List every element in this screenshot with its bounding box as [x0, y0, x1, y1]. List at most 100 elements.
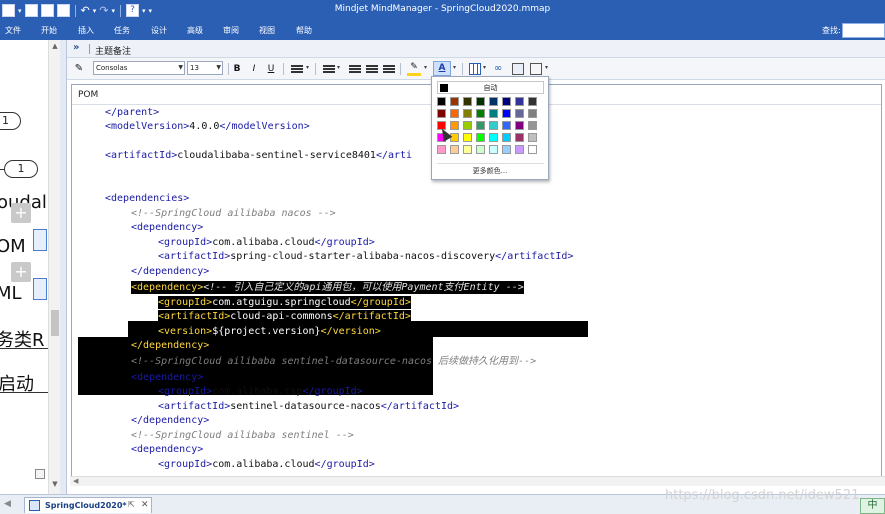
tab-scroll-left-icon[interactable]: ◀: [4, 499, 11, 509]
code-line: </parent>: [105, 106, 159, 119]
color-swatch[interactable]: [463, 145, 472, 154]
scroll-thumb[interactable]: [51, 310, 59, 336]
color-swatch[interactable]: [502, 121, 511, 130]
color-swatch[interactable]: [463, 121, 472, 130]
color-swatch[interactable]: [528, 109, 537, 118]
close-icon[interactable]: ✕: [141, 500, 149, 510]
italic-button[interactable]: I: [248, 61, 260, 77]
chevron-down-icon[interactable]: ▾: [337, 64, 340, 71]
color-swatch[interactable]: [502, 133, 511, 142]
color-swatch[interactable]: [489, 145, 498, 154]
chevron-down-icon[interactable]: ▾: [453, 64, 456, 71]
table-icon[interactable]: [469, 63, 481, 75]
font-size-select[interactable]: 13 ▼: [187, 61, 223, 75]
color-swatch[interactable]: [450, 97, 459, 106]
color-swatch[interactable]: [437, 97, 446, 106]
color-swatch[interactable]: [528, 145, 537, 154]
color-swatch[interactable]: [528, 121, 537, 130]
decrease-indent-icon[interactable]: [366, 65, 378, 73]
color-swatch[interactable]: [463, 133, 472, 142]
highlight-color-icon[interactable]: ✎: [407, 61, 421, 76]
color-swatch[interactable]: [515, 109, 524, 118]
expand-icon[interactable]: +: [11, 203, 31, 223]
font-color-button[interactable]: A: [433, 61, 451, 76]
zoom-icon[interactable]: [35, 469, 45, 479]
topic-label[interactable]: OM: [0, 236, 26, 257]
tab-design[interactable]: 设计: [151, 25, 167, 36]
tab-help[interactable]: 帮助: [296, 25, 312, 36]
link-icon[interactable]: ∞: [491, 61, 505, 77]
map-canvas[interactable]: 1 1 oudal + OM + ML 务类R 启动 ): [0, 40, 48, 494]
vertical-scrollbar[interactable]: ▲ ▼: [48, 40, 60, 494]
code-text: sentinel-datasource-nacos: [230, 401, 381, 412]
color-swatch[interactable]: [515, 145, 524, 154]
tab-file[interactable]: 文件: [5, 25, 21, 36]
bold-button[interactable]: B: [231, 61, 243, 77]
horizontal-scrollbar[interactable]: ◀: [70, 476, 885, 486]
color-swatch[interactable]: [476, 109, 485, 118]
color-swatch[interactable]: [502, 109, 511, 118]
pin-icon[interactable]: ⇱: [128, 500, 135, 509]
color-swatch[interactable]: [515, 97, 524, 106]
code-tag: </groupId>: [350, 297, 411, 308]
auto-color-button[interactable]: 自动: [437, 81, 544, 94]
color-swatch[interactable]: [476, 133, 485, 142]
search-input[interactable]: [842, 23, 885, 38]
topic-node[interactable]: 1: [0, 112, 21, 130]
chevron-down-icon[interactable]: ▾: [483, 64, 486, 71]
color-swatch[interactable]: [450, 121, 459, 130]
chevron-down-icon[interactable]: ▾: [306, 64, 309, 71]
bullet-list-icon[interactable]: [349, 65, 361, 73]
color-swatch[interactable]: [476, 97, 485, 106]
color-swatch[interactable]: [489, 97, 498, 106]
code-line: <modelVersion>4.0.0</modelVersion>: [105, 120, 310, 133]
chevron-down-icon[interactable]: ▼: [178, 62, 183, 74]
tab-review[interactable]: 审阅: [223, 25, 239, 36]
color-swatch[interactable]: [476, 145, 485, 154]
format-painter-icon[interactable]: ✎: [73, 61, 85, 77]
increase-indent-icon[interactable]: [383, 65, 395, 73]
scroll-left-icon[interactable]: ◀: [73, 477, 78, 485]
chevron-down-icon[interactable]: ▾: [545, 64, 548, 71]
chevron-down-icon[interactable]: ▾: [424, 64, 427, 71]
topic-label[interactable]: ML: [0, 283, 22, 304]
collapse-icon[interactable]: »: [73, 42, 79, 53]
chevron-down-icon[interactable]: ▼: [216, 62, 221, 74]
color-swatch[interactable]: [515, 121, 524, 130]
color-swatch[interactable]: [437, 145, 446, 154]
color-swatch[interactable]: [502, 97, 511, 106]
color-swatch[interactable]: [450, 145, 459, 154]
color-swatch[interactable]: [515, 133, 524, 142]
more-colors-button[interactable]: 更多颜色...: [432, 166, 548, 176]
ime-indicator[interactable]: 中: [860, 498, 885, 514]
color-swatch[interactable]: [502, 145, 511, 154]
tab-insert[interactable]: 插入: [78, 25, 94, 36]
note-icon[interactable]: [33, 278, 47, 300]
color-swatch[interactable]: [489, 121, 498, 130]
topic-node[interactable]: 1: [4, 160, 38, 178]
color-swatch[interactable]: [463, 97, 472, 106]
attachment-icon[interactable]: [530, 63, 542, 75]
image-icon[interactable]: [512, 63, 524, 75]
underline-button[interactable]: U: [265, 61, 277, 77]
numbered-list-icon[interactable]: [323, 65, 335, 73]
tab-advanced[interactable]: 高级: [187, 25, 203, 36]
color-swatch[interactable]: [476, 121, 485, 130]
color-swatch[interactable]: [528, 133, 537, 142]
tab-home[interactable]: 开始: [41, 25, 57, 36]
scroll-up-icon[interactable]: ▲: [50, 42, 60, 52]
color-swatch[interactable]: [528, 97, 537, 106]
color-swatch[interactable]: [463, 109, 472, 118]
expand-icon[interactable]: +: [11, 262, 31, 282]
scroll-down-icon[interactable]: ▼: [50, 480, 60, 490]
color-swatch[interactable]: [489, 133, 498, 142]
note-icon[interactable]: [33, 229, 47, 251]
align-left-icon[interactable]: [291, 65, 303, 73]
document-tab[interactable]: SpringCloud2020* ⇱ ✕: [24, 497, 152, 513]
tab-task[interactable]: 任务: [114, 25, 130, 36]
font-name-select[interactable]: Consolas ▼: [93, 61, 185, 75]
color-swatch[interactable]: [437, 109, 446, 118]
color-swatch[interactable]: [450, 109, 459, 118]
color-swatch[interactable]: [489, 109, 498, 118]
tab-view[interactable]: 视图: [259, 25, 275, 36]
